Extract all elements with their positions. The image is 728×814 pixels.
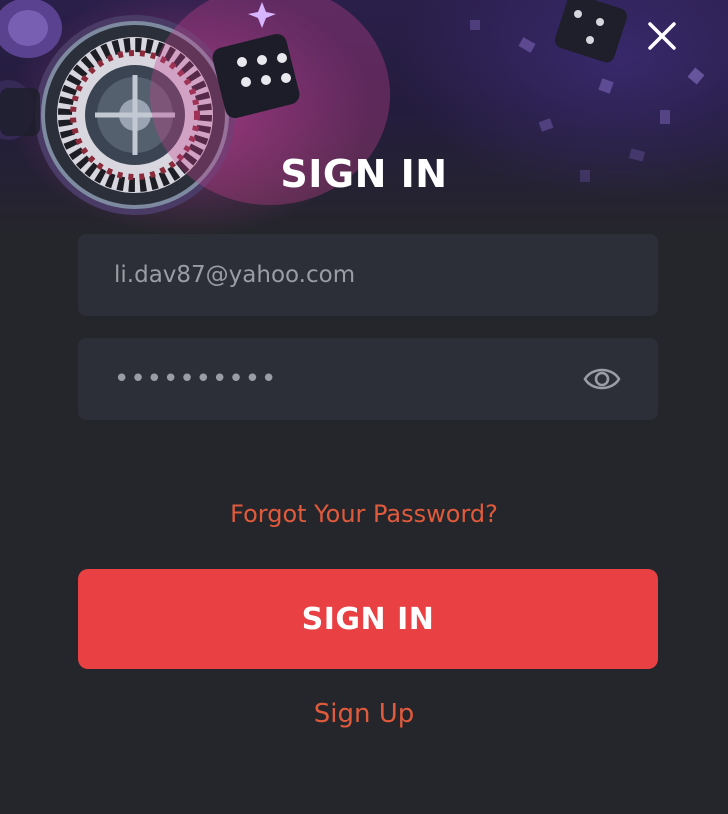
forgot-password-link[interactable]: Forgot Your Password?: [0, 500, 728, 528]
close-button[interactable]: [640, 14, 684, 58]
eye-icon: [583, 368, 621, 390]
casino-illustration: [0, 0, 705, 215]
sign-in-button[interactable]: SIGN IN: [78, 569, 658, 669]
hero-banner: [0, 0, 728, 240]
show-password-toggle[interactable]: [582, 359, 622, 399]
email-field[interactable]: [78, 234, 658, 316]
email-input[interactable]: [114, 234, 594, 316]
sign-up-link[interactable]: Sign Up: [0, 699, 728, 729]
password-input[interactable]: [114, 338, 594, 420]
close-icon: [648, 22, 676, 50]
page-title: SIGN IN: [280, 152, 448, 196]
password-field[interactable]: [78, 338, 658, 420]
